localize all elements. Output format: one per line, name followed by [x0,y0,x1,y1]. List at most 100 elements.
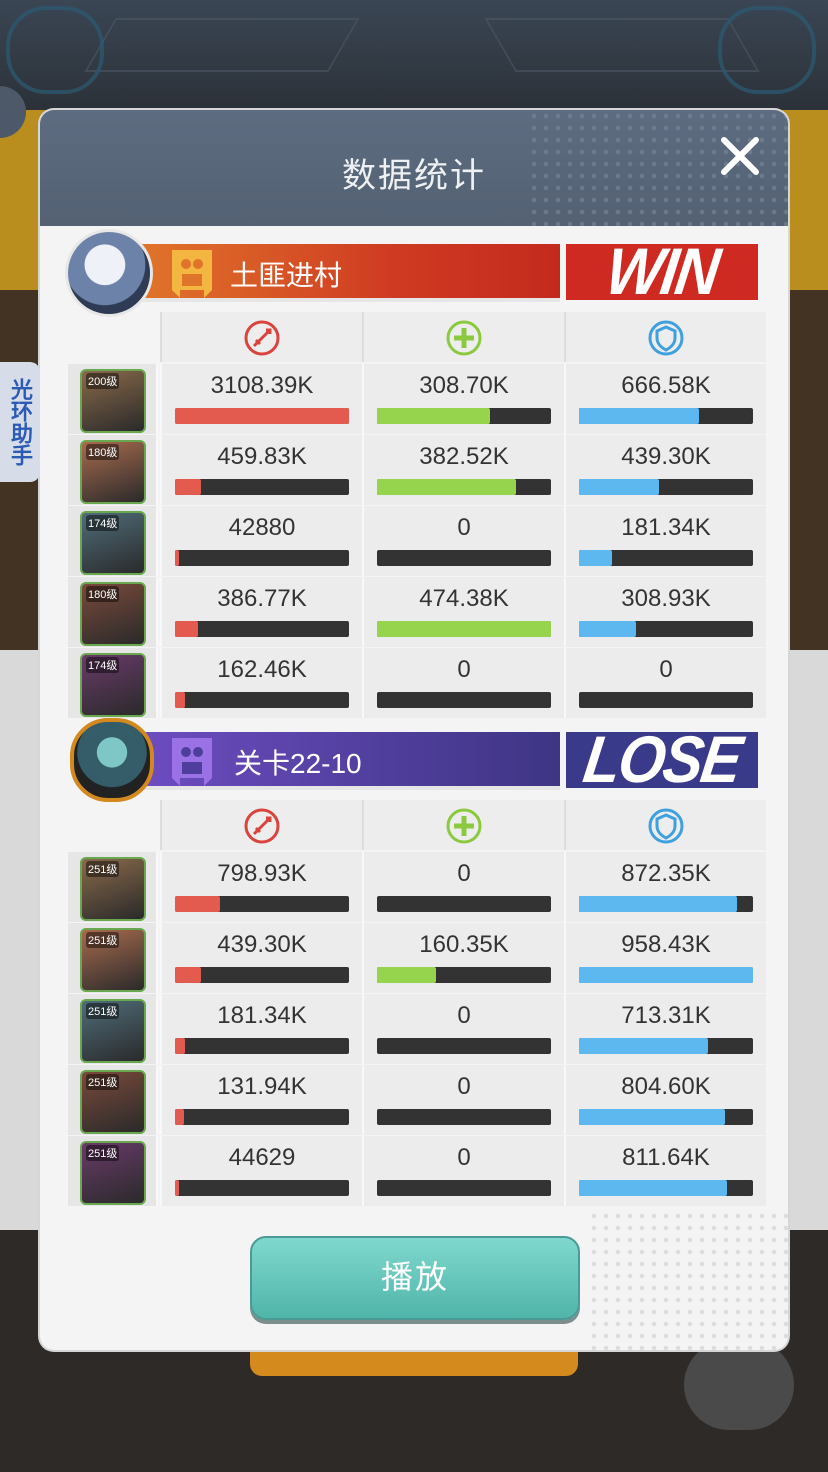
damage-bar-fill [175,1109,184,1125]
hero-portrait[interactable]: 174级 [80,653,146,717]
tank-value: 439.30K [621,443,711,470]
tank-cell: 666.58K [564,364,766,434]
heal-value: 0 [457,656,471,683]
damage-cell: 131.94K [160,1065,362,1135]
background-button [250,1350,578,1376]
tank-value: 0 [659,656,673,683]
hero-stat-row: 180级 386.77K 474.38K 308.93K [68,577,766,647]
heal-cell: 474.38K [362,577,564,647]
hero-portrait[interactable]: 251级 [80,999,146,1063]
hero-stat-row: 174级 162.46K 0 0 [68,648,766,718]
tank-cell: 181.34K [564,506,766,576]
hero-portrait[interactable]: 251级 [80,1141,146,1205]
team-name: 土匪进村 [230,260,343,291]
tank-bar-fill [579,896,738,912]
heal-bar [377,1038,551,1054]
heal-cell: 0 [362,506,564,576]
portrait-cell: 251级 [68,1065,158,1135]
damage-bar-fill [175,1038,186,1054]
hero-portrait[interactable]: 251级 [80,857,146,921]
portrait-cell: 180级 [68,435,158,505]
tank-cell: 811.64K [564,1136,766,1206]
tank-value: 804.60K [621,1073,711,1100]
hero-stat-row: 251级 44629 0 811.64K [68,1136,766,1206]
tank-value: 181.34K [621,514,711,541]
heal-value: 0 [457,1002,471,1029]
hero-stat-row: 251级 439.30K 160.35K 958.43K [68,923,766,993]
background-round-button [684,1340,794,1430]
damage-cell: 459.83K [160,435,362,505]
hero-level: 174级 [86,515,120,531]
portrait-cell: 174级 [68,648,158,718]
damage-bar [175,550,349,566]
damage-bar [175,479,349,495]
guild-emblem-icon [172,738,212,786]
damage-bar-fill [175,692,186,708]
portrait-cell: 251级 [68,1136,158,1206]
icon-cell [160,312,362,362]
heal-bar [377,408,551,424]
damage-bar [175,1109,349,1125]
tank-bar [579,1038,753,1054]
portrait-cell: 251级 [68,994,158,1064]
hero-portrait[interactable]: 251级 [80,1070,146,1134]
player-avatar[interactable] [68,232,150,314]
damage-value: 3108.39K [210,372,314,399]
hero-portrait[interactable]: 174级 [80,511,146,575]
modal-header: 数据统计 [40,110,788,226]
hero-portrait[interactable]: 180级 [80,440,146,504]
heal-value: 160.35K [419,931,509,958]
damage-value: 386.77K [217,585,307,612]
damage-bar [175,896,349,912]
result-badge-win: WIN [566,235,758,308]
stat-icons-row [160,800,766,850]
hero-portrait[interactable]: 200级 [80,369,146,433]
hero-level: 180级 [86,444,120,460]
heal-cell: 160.35K [362,923,564,993]
hero-level: 251级 [86,861,120,877]
heal-bar-fill [377,621,551,637]
heal-cell: 0 [362,852,564,922]
portrait-cell: 180级 [68,577,158,647]
background-emblem-left [6,6,104,94]
icon-cell [160,800,362,850]
icon-cell [564,312,766,362]
heal-cell: 0 [362,994,564,1064]
hero-portrait[interactable]: 180级 [80,582,146,646]
guild-emblem-icon [172,250,212,298]
play-button[interactable]: 播放 [250,1236,580,1320]
icon-cell [564,800,766,850]
close-icon[interactable] [716,132,764,180]
enemy-avatar[interactable] [70,718,154,802]
hero-stat-row: 174级 42880 0 181.34K [68,506,766,576]
heal-cell: 308.70K [362,364,564,434]
heal-bar-fill [377,967,437,983]
heal-bar-fill [377,408,491,424]
heal-plus-icon [446,808,482,844]
heal-value: 308.70K [419,372,509,399]
heal-bar [377,1180,551,1196]
hero-stat-row: 200级 3108.39K 308.70K 666.58K [68,364,766,434]
hero-portrait[interactable]: 251级 [80,928,146,992]
heal-cell: 0 [362,1136,564,1206]
tank-cell: 958.43K [564,923,766,993]
battle-stats-modal: 数据统计 土匪进村 WIN 200级 3108.39K 308.70K 666.… [40,110,788,1350]
tank-bar [579,621,753,637]
damage-bar-fill [175,1180,180,1196]
heal-value: 474.38K [419,585,509,612]
halo-assistant-label: 光环助手 [8,378,33,466]
icon-cell [362,800,564,850]
portrait-cell: 251级 [68,923,158,993]
heal-value: 0 [457,1144,471,1171]
portrait-cell: 174级 [68,506,158,576]
shield-icon [648,320,684,356]
halo-assistant-tab[interactable]: 光环助手 [0,362,40,482]
damage-cell: 439.30K [160,923,362,993]
heal-bar [377,1109,551,1125]
damage-value: 162.46K [217,656,307,683]
tank-bar-fill [579,621,637,637]
team-header-win: 土匪进村 WIN [40,232,788,314]
tank-bar [579,1180,753,1196]
heal-bar [377,692,551,708]
damage-bar [175,1180,349,1196]
